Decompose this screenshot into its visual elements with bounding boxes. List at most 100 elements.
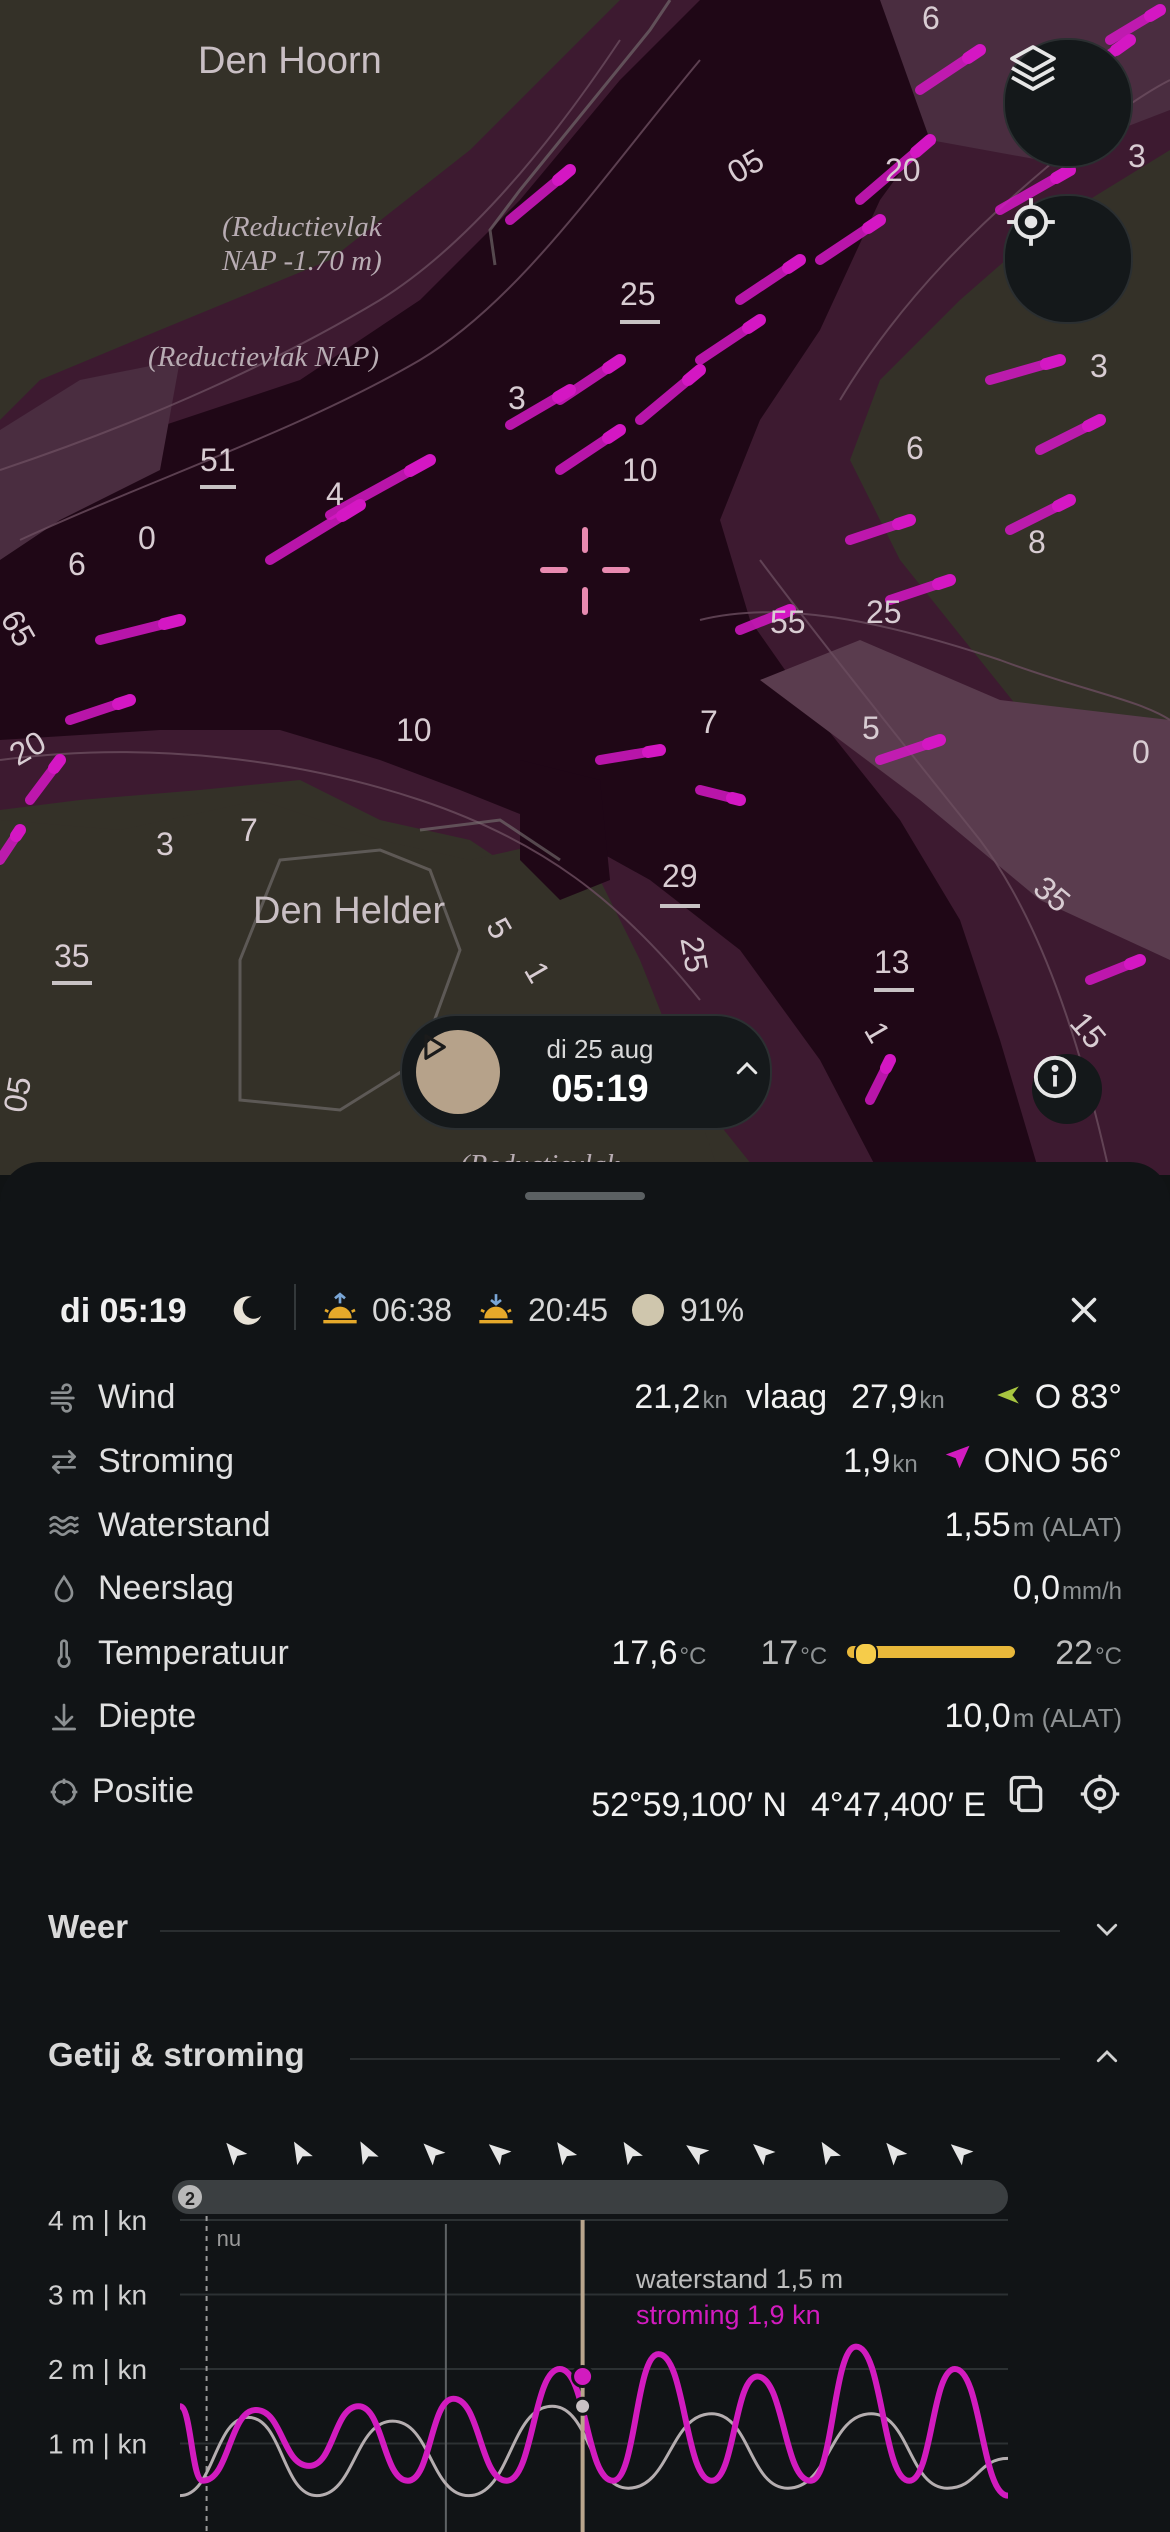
timeline-track[interactable] xyxy=(172,2180,1008,2214)
current-direction-arrow xyxy=(886,2142,908,2166)
current-direction-arrow xyxy=(557,2142,578,2166)
depth-sounding: 3 xyxy=(1128,138,1146,174)
y-axis-labels: 4 m | kn 3 m | kn 2 m | kn 1 m | kn xyxy=(48,2205,147,2460)
moon-icon xyxy=(233,1296,262,1325)
depth-sounding: 3 xyxy=(508,380,526,416)
tide-current-chart[interactable]: 2 4 m | kn 3 m | kn 2 m | kn 1 m | kn nu wa… xyxy=(0,2120,1170,2532)
tide-current-section-header[interactable]: Getij & stroming xyxy=(48,2028,1122,2088)
temperature-row: Temperatuur 17,6 °C 17 °C 22 °C xyxy=(0,1624,1170,1684)
divider xyxy=(350,2058,1060,2060)
layers-button[interactable] xyxy=(1003,38,1133,168)
temperature-min-unit: °C xyxy=(800,1643,828,1670)
rain-row: Neerslag 0,0 mm/h xyxy=(0,1559,1170,1619)
depth-sounding: 6 xyxy=(68,546,86,582)
current-row: Stroming 1,9 kn ONO 56° xyxy=(0,1432,1170,1492)
target-icon[interactable] xyxy=(1078,1772,1122,1816)
temperature-max-unit: °C xyxy=(1095,1643,1122,1670)
time-player[interactable]: di 25 aug 05:19 xyxy=(400,1014,772,1130)
sunset-icon xyxy=(479,1294,513,1324)
sunrise-time: 06:38 xyxy=(372,1292,453,1328)
locate-button[interactable] xyxy=(1003,194,1133,324)
depth-sounding: 25 xyxy=(620,276,656,312)
latitude: 52°59,100′ N xyxy=(591,1786,787,1824)
y-tick-label: 3 m | kn xyxy=(48,2280,147,2311)
wind-direction: O 83° xyxy=(1034,1378,1122,1416)
depth-sounding: 35 xyxy=(54,938,90,974)
current-icon xyxy=(52,1450,76,1474)
chevron-down-icon xyxy=(1096,1923,1118,1936)
current-direction-arrow xyxy=(488,2144,512,2166)
sunrise-icon xyxy=(323,1292,357,1324)
gust-speed: 27,9 xyxy=(851,1378,918,1416)
wind-speed: 21,2 xyxy=(634,1378,701,1416)
player-date: di 25 aug xyxy=(546,1034,654,1064)
depth-label: Diepte xyxy=(98,1697,197,1735)
droplet-icon xyxy=(54,1574,74,1603)
tide-row: Waterstand 1,55 m (ALAT) xyxy=(0,1496,1170,1556)
wind-icon xyxy=(50,1383,75,1413)
current-cursor-point xyxy=(571,2364,595,2388)
wind-label: Wind xyxy=(98,1378,176,1416)
depth-sounding: 25 xyxy=(866,594,902,630)
chevron-up-icon xyxy=(1096,2050,1118,2063)
temperature-value: 17,6 °C 17 °C 22 °C xyxy=(611,1634,1122,1673)
map-canvas[interactable] xyxy=(0,0,1170,1175)
position-label: Positie xyxy=(92,1772,195,1810)
chart-map[interactable]: Den Hoorn Den Helder (Reductievlak NAP -… xyxy=(0,0,1170,1175)
wind-value: 21,2 kn vlaag 27,9 kn O 83° xyxy=(634,1378,1122,1417)
depth-sounding: 10 xyxy=(396,712,432,748)
temperature-marker xyxy=(854,1642,879,1666)
info-button[interactable] xyxy=(1032,1054,1102,1124)
current-unit: kn xyxy=(892,1451,918,1478)
divider xyxy=(294,1284,296,1330)
weather-section-title: Weer xyxy=(48,1908,129,1945)
depth-unit: m (ALAT) xyxy=(1012,1703,1122,1733)
rain-label: Neerslag xyxy=(98,1569,235,1607)
depth-sounding: 55 xyxy=(770,604,806,640)
wind-row: Wind 21,2 kn vlaag 27,9 kn O 83° xyxy=(0,1368,1170,1428)
chart-grid xyxy=(180,2216,1008,2532)
wind-speed-unit: kn xyxy=(702,1387,728,1414)
current-direction-arrow xyxy=(950,2144,974,2166)
depth-sounding: 51 xyxy=(200,442,236,478)
close-icon[interactable] xyxy=(1066,1292,1102,1328)
depth-row: Diepte 10,0 m (ALAT) xyxy=(0,1687,1170,1747)
thermometer-icon xyxy=(57,1639,71,1668)
place-label-den-helder: Den Helder xyxy=(253,890,446,932)
rain-unit: mm/h xyxy=(1062,1578,1122,1605)
air-temperature: 17,6 xyxy=(611,1634,678,1672)
depth-sounding: 4 xyxy=(326,476,344,512)
rain-amount: 0,0 xyxy=(1012,1569,1060,1607)
player-time: 05:19 xyxy=(551,1068,649,1110)
temperature-max: 22 xyxy=(1055,1634,1094,1672)
sheet-drag-handle[interactable] xyxy=(525,1192,645,1200)
current-direction: ONO 56° xyxy=(983,1442,1122,1480)
tooltip-tide: waterstand 1,5 m xyxy=(635,2264,843,2294)
summary-day-time: di 05:19 xyxy=(60,1292,187,1330)
weather-section-header[interactable]: Weer xyxy=(48,1900,1122,1960)
summary-bar: di 05:19 06:38 20:45 91% xyxy=(0,1274,1170,1348)
position-icon xyxy=(50,1778,78,1806)
layers-icon xyxy=(1010,45,1056,91)
temperature-range-bar xyxy=(847,1642,1016,1666)
divider xyxy=(160,1930,1060,1932)
play-button[interactable] xyxy=(416,1030,500,1114)
moon-phase-icon xyxy=(632,1294,664,1326)
current-direction-arrow xyxy=(423,2143,446,2166)
waves-icon xyxy=(49,1516,79,1536)
position-value: 52°59,100′ N 4°47,400′ E xyxy=(591,1772,1122,1825)
timeline-badge-label: 2 xyxy=(185,2189,195,2209)
chart-series xyxy=(178,2220,1009,2532)
copy-icon[interactable] xyxy=(1004,1772,1048,1816)
air-temperature-unit: °C xyxy=(679,1643,707,1670)
moon-illumination: 91% xyxy=(680,1292,745,1328)
depth-sounding: 3 xyxy=(156,826,174,862)
sunset-time: 20:45 xyxy=(528,1292,609,1328)
current-direction-arrow xyxy=(226,2142,248,2166)
current-direction-arrow xyxy=(294,2141,313,2166)
info-icon xyxy=(1033,1055,1077,1099)
current-direction-arrow xyxy=(623,2141,643,2166)
longitude: 4°47,400′ E xyxy=(811,1786,986,1824)
tide-label: Waterstand xyxy=(98,1506,271,1544)
temperature-label: Temperatuur xyxy=(98,1634,289,1672)
